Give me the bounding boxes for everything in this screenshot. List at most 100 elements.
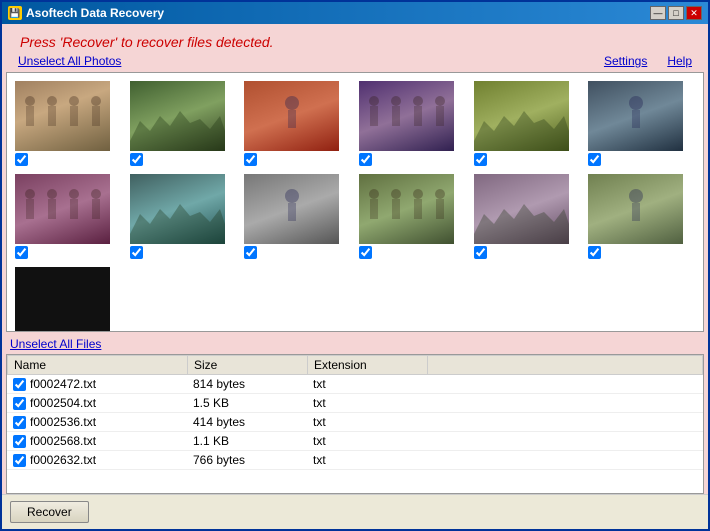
file-extra	[427, 375, 703, 394]
file-name: f0002536.txt	[30, 415, 96, 429]
file-checkbox[interactable]	[13, 378, 26, 391]
file-size: 766 bytes	[187, 451, 307, 470]
file-ext: txt	[307, 432, 427, 451]
title-bar-left: 💾 Asoftech Data Recovery	[8, 6, 164, 20]
col-ext: Extension	[308, 356, 428, 375]
photo-checkbox[interactable]	[474, 246, 487, 259]
main-window: 💾 Asoftech Data Recovery — □ ✕ Press 'Re…	[0, 0, 710, 531]
photo-thumb	[244, 81, 339, 151]
unselect-photos-link[interactable]: Unselect All Photos	[18, 54, 121, 68]
file-unselect-bar: Unselect All Files	[2, 334, 708, 354]
file-extra	[427, 394, 703, 413]
photo-item	[244, 81, 351, 166]
file-panel: Name Size Extension f0002472.txt 814 byte…	[6, 354, 704, 494]
file-checkbox[interactable]	[13, 397, 26, 410]
file-size: 1.5 KB	[187, 394, 307, 413]
photo-item	[359, 174, 466, 259]
photo-checkbox[interactable]	[130, 246, 143, 259]
photo-item	[130, 81, 237, 166]
recover-message: Press 'Recover' to recover files detecte…	[10, 28, 700, 52]
close-button[interactable]: ✕	[686, 6, 702, 20]
photo-thumb	[130, 174, 225, 244]
col-name: Name	[8, 356, 188, 375]
file-size: 814 bytes	[187, 375, 307, 394]
file-extra	[427, 413, 703, 432]
col-extra	[428, 356, 703, 375]
table-row[interactable]: f0002472.txt 814 bytestxt	[7, 375, 703, 394]
content-area: Press 'Recover' to recover files detecte…	[2, 24, 708, 529]
file-extra	[427, 451, 703, 470]
photo-checkbox[interactable]	[474, 153, 487, 166]
table-row[interactable]: f0002504.txt1.5 KBtxt	[7, 394, 703, 413]
photo-item	[474, 81, 581, 166]
bottom-bar: Recover	[2, 494, 708, 529]
photo-thumb	[244, 174, 339, 244]
file-name: f0002472.txt	[30, 377, 96, 391]
photo-item	[15, 267, 122, 332]
file-table-header: Name Size Extension	[8, 356, 703, 375]
photo-item	[359, 81, 466, 166]
table-row[interactable]: f0002568.txt 1.1 KBtxt	[7, 432, 703, 451]
photo-item	[130, 174, 237, 259]
maximize-button[interactable]: □	[668, 6, 684, 20]
file-checkbox[interactable]	[13, 435, 26, 448]
file-extra	[427, 432, 703, 451]
col-size: Size	[188, 356, 308, 375]
photo-thumb	[588, 81, 683, 151]
settings-link[interactable]: Settings	[604, 54, 647, 68]
photo-thumb	[359, 81, 454, 151]
photo-thumb	[474, 81, 569, 151]
file-table-body: f0002472.txt814 bytestxtf0002504.txt1.5 …	[7, 375, 703, 470]
unselect-files-link[interactable]: Unselect All Files	[10, 337, 101, 351]
photo-checkbox[interactable]	[588, 153, 601, 166]
file-size: 414 bytes	[187, 413, 307, 432]
photo-item	[15, 174, 122, 259]
file-name: f0002568.txt	[30, 434, 96, 448]
photo-panel[interactable]	[6, 72, 704, 332]
file-checkbox[interactable]	[13, 454, 26, 467]
recover-button[interactable]: Recover	[10, 501, 89, 523]
minimize-button[interactable]: —	[650, 6, 666, 20]
table-row[interactable]: f0002536.txt 414 bytestxt	[7, 413, 703, 432]
photo-item	[15, 81, 122, 166]
photo-thumb	[130, 81, 225, 151]
app-icon: 💾	[8, 6, 22, 20]
title-buttons: — □ ✕	[650, 6, 702, 20]
file-data-table: f0002472.txt814 bytestxtf0002504.txt1.5 …	[7, 375, 703, 470]
top-actions: Unselect All Photos Settings Help	[10, 52, 700, 70]
photo-item	[588, 174, 695, 259]
photo-checkbox[interactable]	[15, 246, 28, 259]
photo-thumb	[588, 174, 683, 244]
table-row[interactable]: f0002632.txt 766 bytestxt	[7, 451, 703, 470]
title-bar: 💾 Asoftech Data Recovery — □ ✕	[2, 2, 708, 24]
help-link[interactable]: Help	[667, 54, 692, 68]
photo-checkbox[interactable]	[15, 153, 28, 166]
top-section: Press 'Recover' to recover files detecte…	[2, 24, 708, 70]
photo-checkbox[interactable]	[359, 246, 372, 259]
file-table: Name Size Extension	[7, 355, 703, 375]
photo-checkbox[interactable]	[588, 246, 601, 259]
photo-thumb	[15, 81, 110, 151]
photo-thumb	[359, 174, 454, 244]
file-name: f0002632.txt	[30, 453, 96, 467]
file-ext: txt	[307, 413, 427, 432]
file-checkbox[interactable]	[13, 416, 26, 429]
window-title: Asoftech Data Recovery	[26, 6, 164, 20]
photo-item	[474, 174, 581, 259]
photo-thumb	[474, 174, 569, 244]
photo-grid	[7, 73, 703, 332]
photo-thumb	[15, 267, 110, 332]
photo-checkbox[interactable]	[130, 153, 143, 166]
file-name: f0002504.txt	[30, 396, 96, 410]
top-right-links: Settings Help	[592, 54, 692, 68]
photo-checkbox[interactable]	[244, 153, 257, 166]
file-ext: txt	[307, 375, 427, 394]
photo-thumb	[15, 174, 110, 244]
file-scroll-wrapper[interactable]: f0002472.txt814 bytestxtf0002504.txt1.5 …	[7, 375, 703, 493]
photo-item	[588, 81, 695, 166]
photo-item	[244, 174, 351, 259]
file-size: 1.1 KB	[187, 432, 307, 451]
file-ext: txt	[307, 451, 427, 470]
photo-checkbox[interactable]	[359, 153, 372, 166]
photo-checkbox[interactable]	[244, 246, 257, 259]
